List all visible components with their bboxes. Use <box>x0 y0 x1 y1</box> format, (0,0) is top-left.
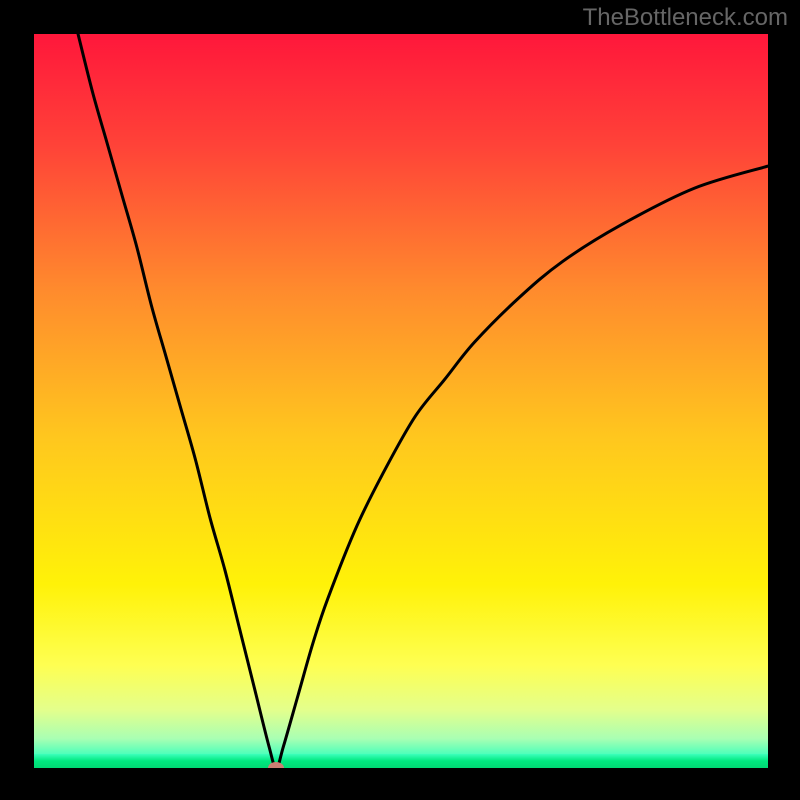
attribution-text: TheBottleneck.com <box>583 4 788 32</box>
chart-minimum-marker <box>268 762 284 768</box>
chart-curve <box>34 34 768 768</box>
chart-plot-area <box>34 34 768 768</box>
